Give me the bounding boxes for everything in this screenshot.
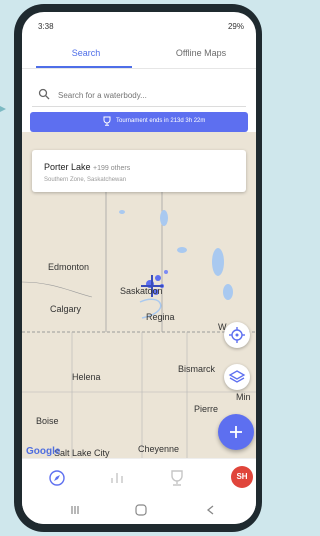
city-helena: Helena <box>72 372 101 382</box>
bottom-nav: SH <box>22 458 256 497</box>
search-icon <box>38 88 50 100</box>
tab-offline-maps[interactable]: Offline Maps <box>156 48 246 58</box>
home-icon[interactable] <box>134 504 148 516</box>
status-battery: 29% <box>227 22 244 31</box>
layers-button[interactable] <box>224 364 250 390</box>
lake-card-subtitle: Southern Zone, Saskatchewan <box>44 177 127 183</box>
city-regina: Regina <box>146 312 175 322</box>
city-edmonton: Edmonton <box>48 262 90 272</box>
system-nav-bar <box>22 496 256 524</box>
map-view[interactable]: Porter Lake +199 others Southern Zone, S… <box>22 132 256 470</box>
status-time: 3:38 <box>38 22 54 31</box>
lake-card-title: Porter Lake +199 others <box>44 162 130 172</box>
compass-icon <box>49 470 65 486</box>
google-logo: Google <box>26 446 61 457</box>
locate-icon <box>229 327 245 343</box>
status-bar: 3:38 29% <box>22 12 256 40</box>
city-bismarck: Bismarck <box>178 364 216 374</box>
city-calgary: Calgary <box>50 304 82 314</box>
lake-card[interactable]: Porter Lake +199 others Southern Zone, S… <box>32 150 246 192</box>
layers-icon <box>228 370 246 383</box>
tab-active-indicator <box>36 66 132 68</box>
tab-search[interactable]: Search <box>56 48 116 58</box>
city-salt-lake-city: Salt Lake City <box>54 448 110 458</box>
tab-bar: Search Offline Maps <box>22 42 256 69</box>
city-pierre: Pierre <box>194 404 219 414</box>
banner-text: Tournament ends in 213d 3h 22m <box>116 118 206 124</box>
chart-icon <box>111 473 123 483</box>
nav-explore[interactable] <box>46 467 68 489</box>
lake-name: Porter Lake <box>44 162 91 172</box>
nav-tournaments[interactable] <box>166 467 188 489</box>
city-saskatoon: Saskatoon <box>120 286 163 296</box>
trophy-icon <box>103 116 111 126</box>
plus-icon <box>230 426 242 438</box>
city-minneapolis-partial: Min <box>236 392 251 402</box>
arrow-hint-icon <box>0 106 6 112</box>
recents-icon[interactable] <box>68 504 82 516</box>
locate-button[interactable] <box>224 322 250 348</box>
nav-stats[interactable] <box>106 467 128 489</box>
tournament-banner[interactable]: Tournament ends in 213d 3h 22m <box>30 112 248 132</box>
trophy-icon <box>171 470 183 486</box>
app-screen: 3:38 29% Search Offline Maps Tournament … <box>22 12 256 524</box>
lake-others: +199 others <box>93 165 131 172</box>
back-icon[interactable] <box>204 504 218 516</box>
city-boise: Boise <box>36 416 59 426</box>
search-bar[interactable] <box>32 82 246 107</box>
search-input[interactable] <box>56 85 240 105</box>
add-button[interactable] <box>218 414 254 450</box>
avatar[interactable]: SH <box>231 466 253 488</box>
city-cheyenne: Cheyenne <box>138 444 180 454</box>
